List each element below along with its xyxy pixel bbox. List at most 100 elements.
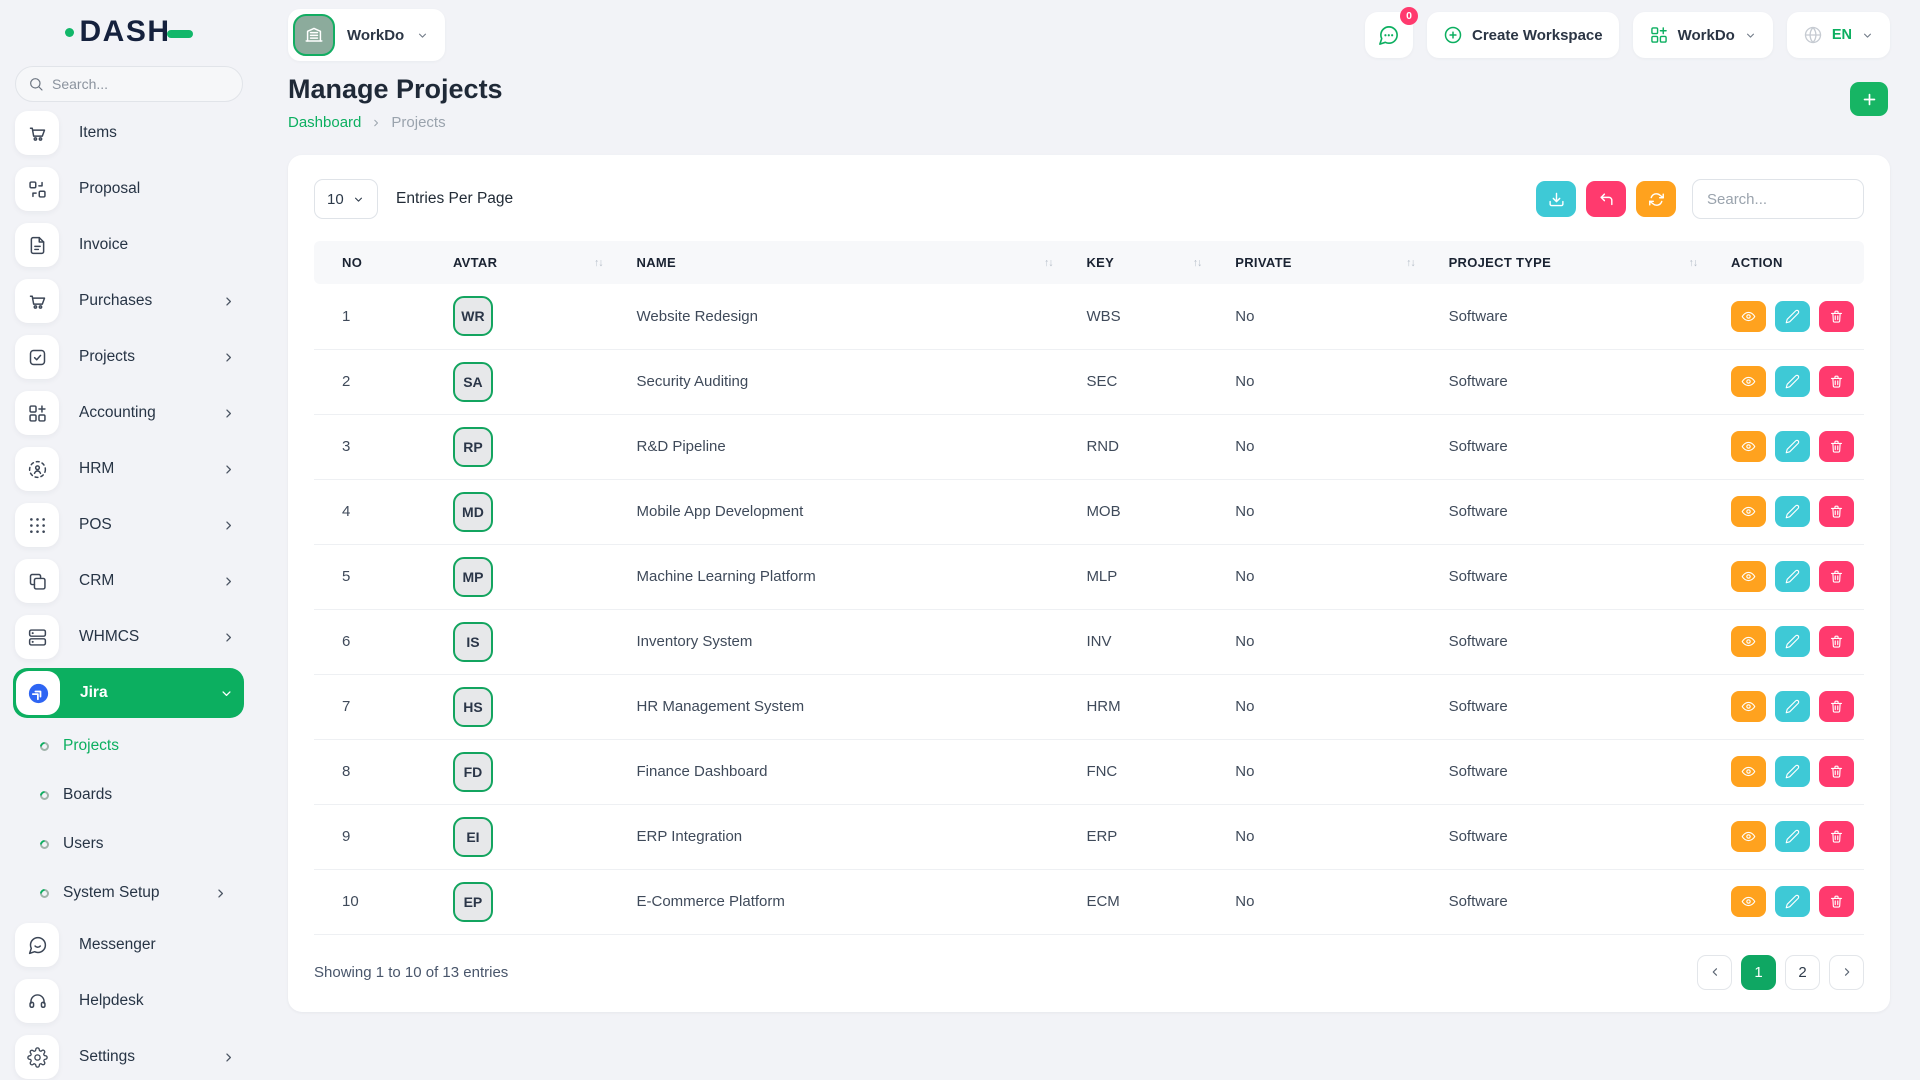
column-header-project-type[interactable]: PROJECT TYPE↑↓ [1439,241,1721,284]
sidebar-search-input[interactable] [52,76,230,92]
sidebar-subitem-users[interactable]: Users [15,822,246,866]
delete-button[interactable] [1819,886,1854,917]
view-button[interactable] [1731,561,1766,592]
sort-icon[interactable]: ↑↓ [1044,257,1053,269]
sidebar-subitem-system-setup[interactable]: System Setup [15,871,246,915]
workspace-pill[interactable]: WorkDo [288,9,445,61]
cell-project-type: Software [1439,804,1721,869]
edit-button[interactable] [1775,431,1810,462]
view-button[interactable] [1731,691,1766,722]
sidebar-item-jira[interactable]: Jira [13,668,244,718]
hrm-person-icon [27,459,48,480]
sidebar-item-pos[interactable]: POS [15,500,246,550]
table-search-input[interactable] [1707,191,1849,208]
sort-icon[interactable]: ↑↓ [1689,257,1698,269]
edit-button[interactable] [1775,626,1810,657]
delete-button[interactable] [1819,756,1854,787]
breadcrumb-dashboard-link[interactable]: Dashboard [288,114,361,131]
eye-icon [1741,699,1756,714]
cell-private: No [1225,739,1438,804]
delete-button[interactable] [1819,626,1854,657]
table-row: 6 IS Inventory System INV No Software [314,609,1864,674]
view-button[interactable] [1731,366,1766,397]
delete-button[interactable] [1819,691,1854,722]
sidebar-item-helpdesk[interactable]: Helpdesk [15,976,246,1026]
delete-button[interactable] [1819,821,1854,852]
view-button[interactable] [1731,301,1766,332]
prev-page-button[interactable] [1697,955,1732,990]
trash-icon [1829,634,1844,649]
entries-per-page-select[interactable]: 10 [314,179,378,219]
delete-button[interactable] [1819,496,1854,527]
view-button[interactable] [1731,496,1766,527]
project-avatar: HS [453,687,493,727]
sidebar-item-invoice[interactable]: Invoice [15,220,246,270]
edit-button[interactable] [1775,496,1810,527]
pencil-icon [1785,829,1800,844]
sidebar-item-settings[interactable]: Settings [15,1032,246,1080]
sidebar-item-messenger[interactable]: Messenger [15,920,246,970]
table-row: 9 EI ERP Integration ERP No Software [314,804,1864,869]
sidebar: DASH Items Proposal Invoice Purchases [0,0,258,1080]
cell-no: 9 [314,804,443,869]
project-avatar: MP [453,557,493,597]
page-button-1[interactable]: 1 [1741,955,1776,990]
brand-logo[interactable]: DASH [0,10,258,54]
cell-name: R&D Pipeline [627,414,1077,479]
export-button[interactable] [1536,181,1576,217]
view-button[interactable] [1731,626,1766,657]
edit-button[interactable] [1775,561,1810,592]
sidebar-item-hrm[interactable]: HRM [15,444,246,494]
sidebar-item-accounting[interactable]: Accounting [15,388,246,438]
add-project-button[interactable] [1850,82,1888,116]
cell-private: No [1225,869,1438,934]
edit-button[interactable] [1775,366,1810,397]
view-button[interactable] [1731,431,1766,462]
sidebar-item-purchases[interactable]: Purchases [15,276,246,326]
plus-icon [1861,91,1878,108]
workspace-switcher[interactable]: WorkDo [1633,12,1773,58]
cell-no: 4 [314,479,443,544]
column-header-key[interactable]: KEY↑↓ [1076,241,1225,284]
edit-button[interactable] [1775,821,1810,852]
create-workspace-button[interactable]: Create Workspace [1427,12,1619,58]
cell-no: 5 [314,544,443,609]
refresh-button[interactable] [1636,181,1676,217]
sidebar-subitem-boards[interactable]: Boards [15,773,246,817]
delete-button[interactable] [1819,431,1854,462]
pencil-icon [1785,569,1800,584]
language-selector[interactable]: EN [1787,12,1890,58]
search-icon [28,76,44,92]
sort-icon[interactable]: ↑↓ [1193,257,1202,269]
sort-icon[interactable]: ↑↓ [1406,257,1415,269]
sort-icon[interactable]: ↑↓ [594,257,603,269]
row-actions [1731,301,1854,332]
view-button[interactable] [1731,756,1766,787]
view-button[interactable] [1731,886,1766,917]
next-page-button[interactable] [1829,955,1864,990]
messages-button[interactable]: 0 [1365,12,1413,58]
bullet-icon [38,887,51,900]
edit-button[interactable] [1775,301,1810,332]
table-row: 2 SA Security Auditing SEC No Software [314,349,1864,414]
delete-button[interactable] [1819,366,1854,397]
page-button-2[interactable]: 2 [1785,955,1820,990]
view-button[interactable] [1731,821,1766,852]
edit-button[interactable] [1775,886,1810,917]
delete-button[interactable] [1819,301,1854,332]
delete-button[interactable] [1819,561,1854,592]
project-avatar: WR [453,296,493,336]
sidebar-item-crm[interactable]: CRM [15,556,246,606]
column-header-private[interactable]: PRIVATE↑↓ [1225,241,1438,284]
sidebar-item-projects[interactable]: Projects [15,332,246,382]
sidebar-search [15,66,243,102]
edit-button[interactable] [1775,756,1810,787]
sidebar-item-proposal[interactable]: Proposal [15,164,246,214]
column-header-avtar[interactable]: AVTAR↑↓ [443,241,627,284]
sidebar-item-whmcs[interactable]: WHMCS [15,612,246,662]
sidebar-subitem-projects[interactable]: Projects [15,724,246,768]
sidebar-item-items[interactable]: Items [15,108,246,158]
column-header-name[interactable]: NAME↑↓ [627,241,1077,284]
edit-button[interactable] [1775,691,1810,722]
undo-button[interactable] [1586,181,1626,217]
